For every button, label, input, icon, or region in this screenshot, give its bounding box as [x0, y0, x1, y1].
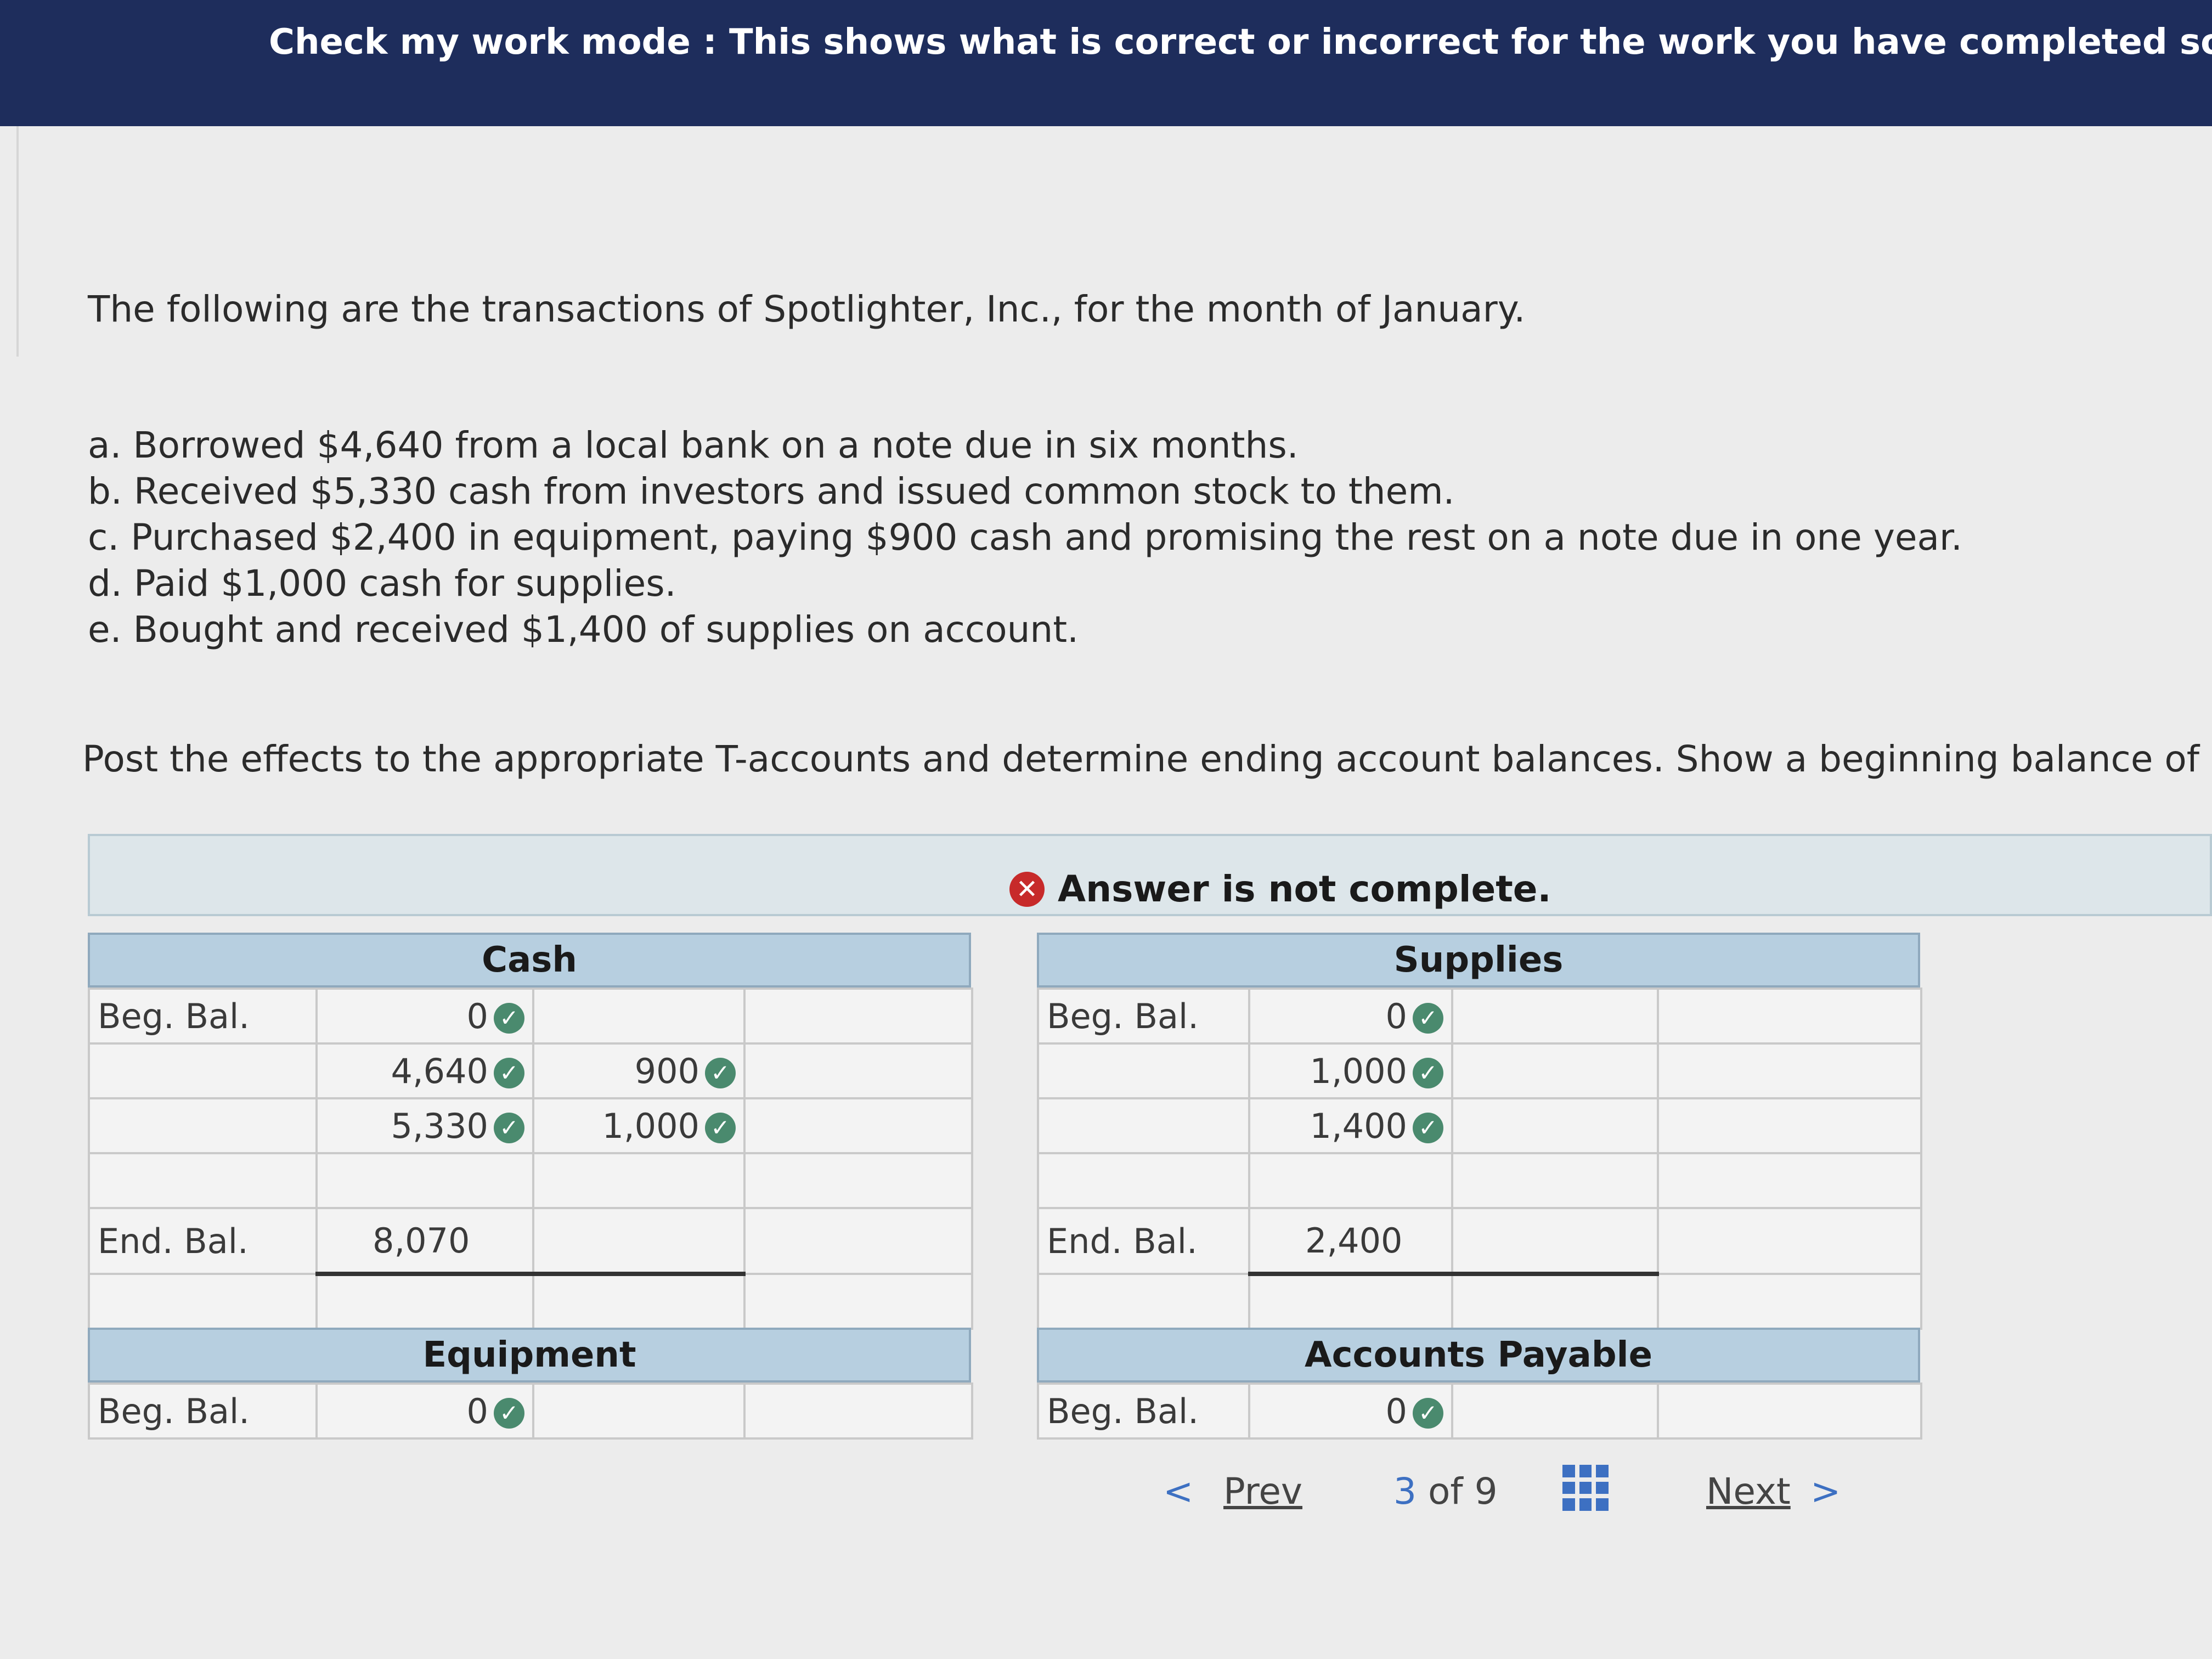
accounts-payable-t-account: Accounts Payable Beg. Bal. 0 ✓: [1037, 1328, 1922, 1440]
side-panel-edge: [0, 126, 19, 357]
cash-title: Cash: [88, 933, 971, 988]
chevron-right-icon[interactable]: >: [1810, 1470, 1841, 1513]
supplies-end-balance[interactable]: 2,400: [1248, 1207, 1453, 1276]
beg-bal-label: Beg. Bal.: [1037, 1383, 1250, 1440]
accounts-payable-credit-cell[interactable]: [1451, 1383, 1659, 1440]
check-icon: ✓: [1413, 1058, 1443, 1089]
cash-debit-cell[interactable]: [315, 1152, 534, 1209]
check-icon: ✓: [494, 1113, 524, 1144]
check-icon: ✓: [494, 1398, 524, 1429]
cash-extra-cell[interactable]: [743, 1207, 973, 1275]
supplies-credit-cell[interactable]: [1451, 1042, 1659, 1099]
answer-status-banner: ✕ Answer is not complete.: [88, 834, 2212, 916]
cash-extra-cell[interactable]: [743, 1042, 973, 1099]
end-bal-label: End. Bal.: [1037, 1207, 1250, 1275]
cash-extra-cell[interactable]: [743, 1152, 973, 1209]
supplies-credit-cell[interactable]: [1451, 988, 1659, 1045]
transaction-list: a. Borrowed $4,640 from a local bank on …: [88, 422, 1962, 653]
equipment-extra-cell[interactable]: [743, 1383, 973, 1440]
row-label-cell[interactable]: [1037, 1097, 1250, 1154]
current-page: 3: [1393, 1470, 1417, 1513]
check-icon: ✓: [1413, 1003, 1443, 1034]
supplies-extra-cell[interactable]: [1657, 1207, 1922, 1275]
supplies-debit-cell[interactable]: 1,400 ✓: [1248, 1097, 1453, 1154]
cash-debit-cell[interactable]: [315, 1273, 534, 1330]
check-icon: ✓: [494, 1058, 524, 1089]
end-bal-label: End. Bal.: [88, 1207, 318, 1275]
supplies-t-account: Supplies Beg. Bal. 0 ✓ 1,000 ✓ 1,400 ✓ E…: [1037, 933, 1922, 1330]
supplies-extra-cell[interactable]: [1657, 1273, 1922, 1330]
next-link[interactable]: Next: [1706, 1470, 1791, 1513]
grid-icon[interactable]: [1562, 1465, 1609, 1511]
accounts-payable-debit-cell[interactable]: 0 ✓: [1248, 1383, 1453, 1440]
supplies-extra-cell[interactable]: [1657, 1042, 1922, 1099]
transaction-item: b. Received $5,330 cash from investors a…: [88, 470, 1455, 512]
supplies-debit-cell[interactable]: [1248, 1152, 1453, 1209]
check-icon: ✓: [705, 1058, 736, 1089]
x-icon: ✕: [1009, 871, 1045, 907]
check-my-work-banner: Check my work mode : This shows what is …: [0, 0, 2212, 126]
cash-extra-cell[interactable]: [743, 988, 973, 1045]
supplies-credit-cell[interactable]: [1451, 1273, 1659, 1330]
row-label-cell[interactable]: [1037, 1273, 1250, 1330]
beg-bal-label: Beg. Bal.: [88, 988, 318, 1045]
check-icon: ✓: [705, 1113, 736, 1144]
supplies-credit-cell[interactable]: [1451, 1097, 1659, 1154]
cash-credit-cell[interactable]: [532, 988, 746, 1045]
transaction-item: a. Borrowed $4,640 from a local bank on …: [88, 424, 1299, 466]
cash-credit-cell[interactable]: [532, 1273, 746, 1330]
supplies-credit-cell[interactable]: [1451, 1152, 1659, 1209]
beg-bal-label: Beg. Bal.: [88, 1383, 318, 1440]
supplies-debit-cell[interactable]: 1,000 ✓: [1248, 1042, 1453, 1099]
accounts-payable-extra-cell[interactable]: [1657, 1383, 1922, 1440]
supplies-extra-cell[interactable]: [1657, 1097, 1922, 1154]
row-label-cell[interactable]: [88, 1042, 318, 1099]
cash-credit-cell[interactable]: 900 ✓: [532, 1042, 746, 1099]
cash-debit-cell[interactable]: 5,330 ✓: [315, 1097, 534, 1154]
page-indicator: 3 of 9: [1393, 1470, 1498, 1513]
cash-extra-cell[interactable]: [743, 1097, 973, 1154]
supplies-title: Supplies: [1037, 933, 1920, 988]
row-label-cell[interactable]: [1037, 1042, 1250, 1099]
supplies-extra-cell[interactable]: [1657, 1152, 1922, 1209]
cash-extra-cell[interactable]: [743, 1273, 973, 1330]
row-label-cell[interactable]: [88, 1152, 318, 1209]
equipment-t-account: Equipment Beg. Bal. 0 ✓: [88, 1328, 973, 1440]
check-icon: ✓: [494, 1003, 524, 1034]
supplies-extra-cell[interactable]: [1657, 988, 1922, 1045]
check-icon: ✓: [1413, 1398, 1443, 1429]
row-label-cell[interactable]: [88, 1097, 318, 1154]
cash-end-credit[interactable]: [532, 1207, 746, 1276]
cash-credit-cell[interactable]: 1,000 ✓: [532, 1097, 746, 1154]
equipment-title: Equipment: [88, 1328, 971, 1383]
equipment-debit-cell[interactable]: 0 ✓: [315, 1383, 534, 1440]
cash-debit-cell[interactable]: 0 ✓: [315, 988, 534, 1045]
cash-t-account: Cash Beg. Bal. 0 ✓ 4,640 ✓ 900 ✓ 5,330 ✓ 1,0…: [88, 933, 973, 1330]
supplies-end-credit[interactable]: [1451, 1207, 1659, 1276]
answer-status-text: Answer is not complete.: [1058, 868, 1551, 910]
row-label-cell[interactable]: [88, 1273, 318, 1330]
beg-bal-label: Beg. Bal.: [1037, 988, 1250, 1045]
page-total: of 9: [1427, 1470, 1498, 1513]
transaction-item: c. Purchased $2,400 in equipment, paying…: [88, 516, 1963, 558]
transaction-item: e. Bought and received $1,400 of supplie…: [88, 608, 1079, 651]
cash-end-balance[interactable]: 8,070: [315, 1207, 534, 1276]
question-intro: The following are the transactions of Sp…: [88, 288, 1526, 330]
accounts-payable-title: Accounts Payable: [1037, 1328, 1920, 1383]
row-label-cell[interactable]: [1037, 1152, 1250, 1209]
supplies-debit-cell[interactable]: [1248, 1273, 1453, 1330]
chevron-left-icon[interactable]: <: [1163, 1470, 1193, 1513]
cash-debit-cell[interactable]: 4,640 ✓: [315, 1042, 534, 1099]
cash-credit-cell[interactable]: [532, 1152, 746, 1209]
supplies-debit-cell[interactable]: 0 ✓: [1248, 988, 1453, 1045]
transaction-item: d. Paid $1,000 cash for supplies.: [88, 562, 676, 605]
equipment-credit-cell[interactable]: [532, 1383, 746, 1440]
prev-link[interactable]: Prev: [1223, 1470, 1302, 1513]
check-icon: ✓: [1413, 1113, 1443, 1144]
question-instruction: Post the effects to the appropriate T-ac…: [82, 738, 2212, 780]
